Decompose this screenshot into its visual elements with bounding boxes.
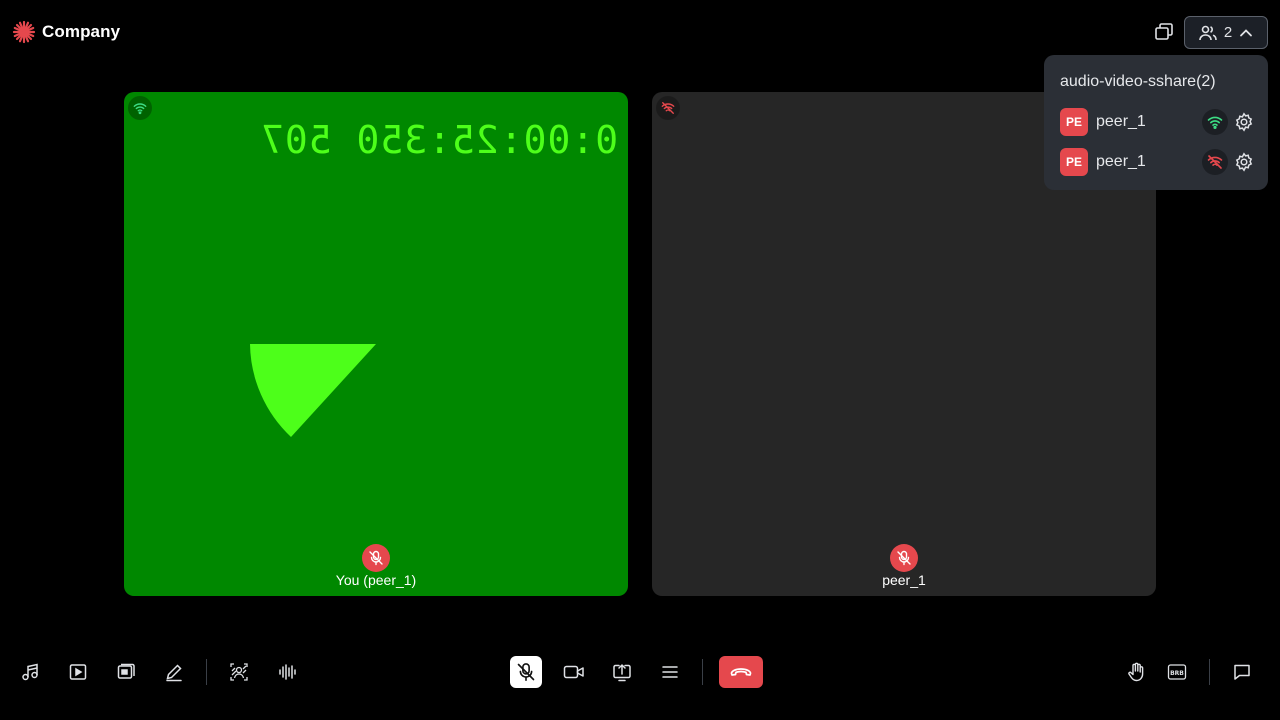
test-pattern-timecode: 0:00:25:350 507 (259, 118, 618, 162)
participant-row[interactable]: PE peer_1 (1060, 148, 1256, 176)
network-indicator (656, 96, 680, 120)
avatar: PE (1060, 108, 1088, 136)
network-indicator (1202, 149, 1228, 175)
participant-count: 2 (1223, 24, 1233, 41)
mic-off-icon (897, 550, 911, 566)
play-video-button[interactable] (62, 656, 94, 688)
wifi-off-icon (661, 102, 675, 114)
screen-share-video-icon (117, 663, 135, 679)
participant-name: peer_1 (1096, 113, 1146, 130)
wifi-icon (1207, 116, 1223, 129)
more-icon (662, 666, 678, 678)
virtual-background-button[interactable] (223, 656, 255, 688)
hand-raise-icon (1128, 662, 1144, 682)
participant-settings-button[interactable] (1232, 150, 1256, 174)
toggle-mic-button[interactable] (510, 656, 542, 688)
company-name: Company (42, 22, 121, 41)
leave-call-button[interactable] (719, 656, 763, 688)
pip-button[interactable] (1150, 18, 1178, 46)
share-screen-button[interactable] (606, 656, 638, 688)
participant-row[interactable]: PE peer_1 (1060, 108, 1256, 136)
play-video-icon (69, 664, 87, 680)
chat-icon (1234, 664, 1250, 680)
network-indicator (128, 96, 152, 120)
toolbar-divider (206, 659, 207, 685)
raise-hand-button[interactable] (1120, 656, 1152, 688)
pencil-icon (166, 664, 182, 682)
network-indicator (1202, 109, 1228, 135)
gear-icon (1235, 152, 1253, 172)
avatar: PE (1060, 148, 1088, 176)
tile-peer-name: peer_1 (882, 572, 926, 588)
participants-dropdown: audio-video-sshare(2) PE peer_1 PE peer_… (1044, 55, 1268, 190)
tile-peer-name: You (peer_1) (335, 572, 417, 588)
gear-icon (1235, 112, 1253, 132)
noise-suppression-button[interactable] (271, 656, 303, 688)
test-pattern-wedge (250, 344, 376, 437)
video-tile-local[interactable]: 0:00:25:350 507 You (peer_1) (124, 92, 628, 596)
chat-button[interactable] (1226, 656, 1258, 688)
wifi-off-icon (1207, 155, 1223, 169)
participant-settings-button[interactable] (1232, 110, 1256, 134)
pip-icon (1155, 23, 1173, 40)
more-options-button[interactable] (654, 656, 686, 688)
wifi-icon (133, 103, 147, 115)
logo: Company (12, 20, 120, 44)
music-icon (22, 663, 38, 681)
people-icon (1199, 25, 1217, 40)
mic-off-icon (369, 550, 383, 566)
toolbar-divider (702, 659, 703, 685)
toolbar-divider (1209, 659, 1210, 685)
muted-badge (890, 544, 918, 572)
participants-toggle-button[interactable]: 2 (1184, 16, 1268, 49)
video-icon (563, 665, 584, 679)
brb-button[interactable]: BRB (1161, 656, 1193, 688)
music-button[interactable] (14, 656, 46, 688)
whiteboard-button[interactable] (158, 656, 190, 688)
embed-video-button[interactable] (110, 656, 142, 688)
room-title: audio-video-sshare(2) (1060, 73, 1216, 90)
share-screen-icon (613, 663, 631, 682)
svg-text:BRB: BRB (1170, 670, 1184, 677)
muted-badge (362, 544, 390, 572)
participant-name: peer_1 (1096, 153, 1146, 170)
brb-icon: BRB (1167, 664, 1187, 680)
audio-wave-icon (279, 664, 296, 680)
toggle-video-button[interactable] (558, 656, 590, 688)
chevron-up-icon (1240, 28, 1253, 36)
virtual-background-icon (230, 663, 248, 681)
mic-off-icon (517, 663, 535, 681)
company-logo-icon (12, 20, 36, 44)
leave-icon (730, 668, 752, 676)
